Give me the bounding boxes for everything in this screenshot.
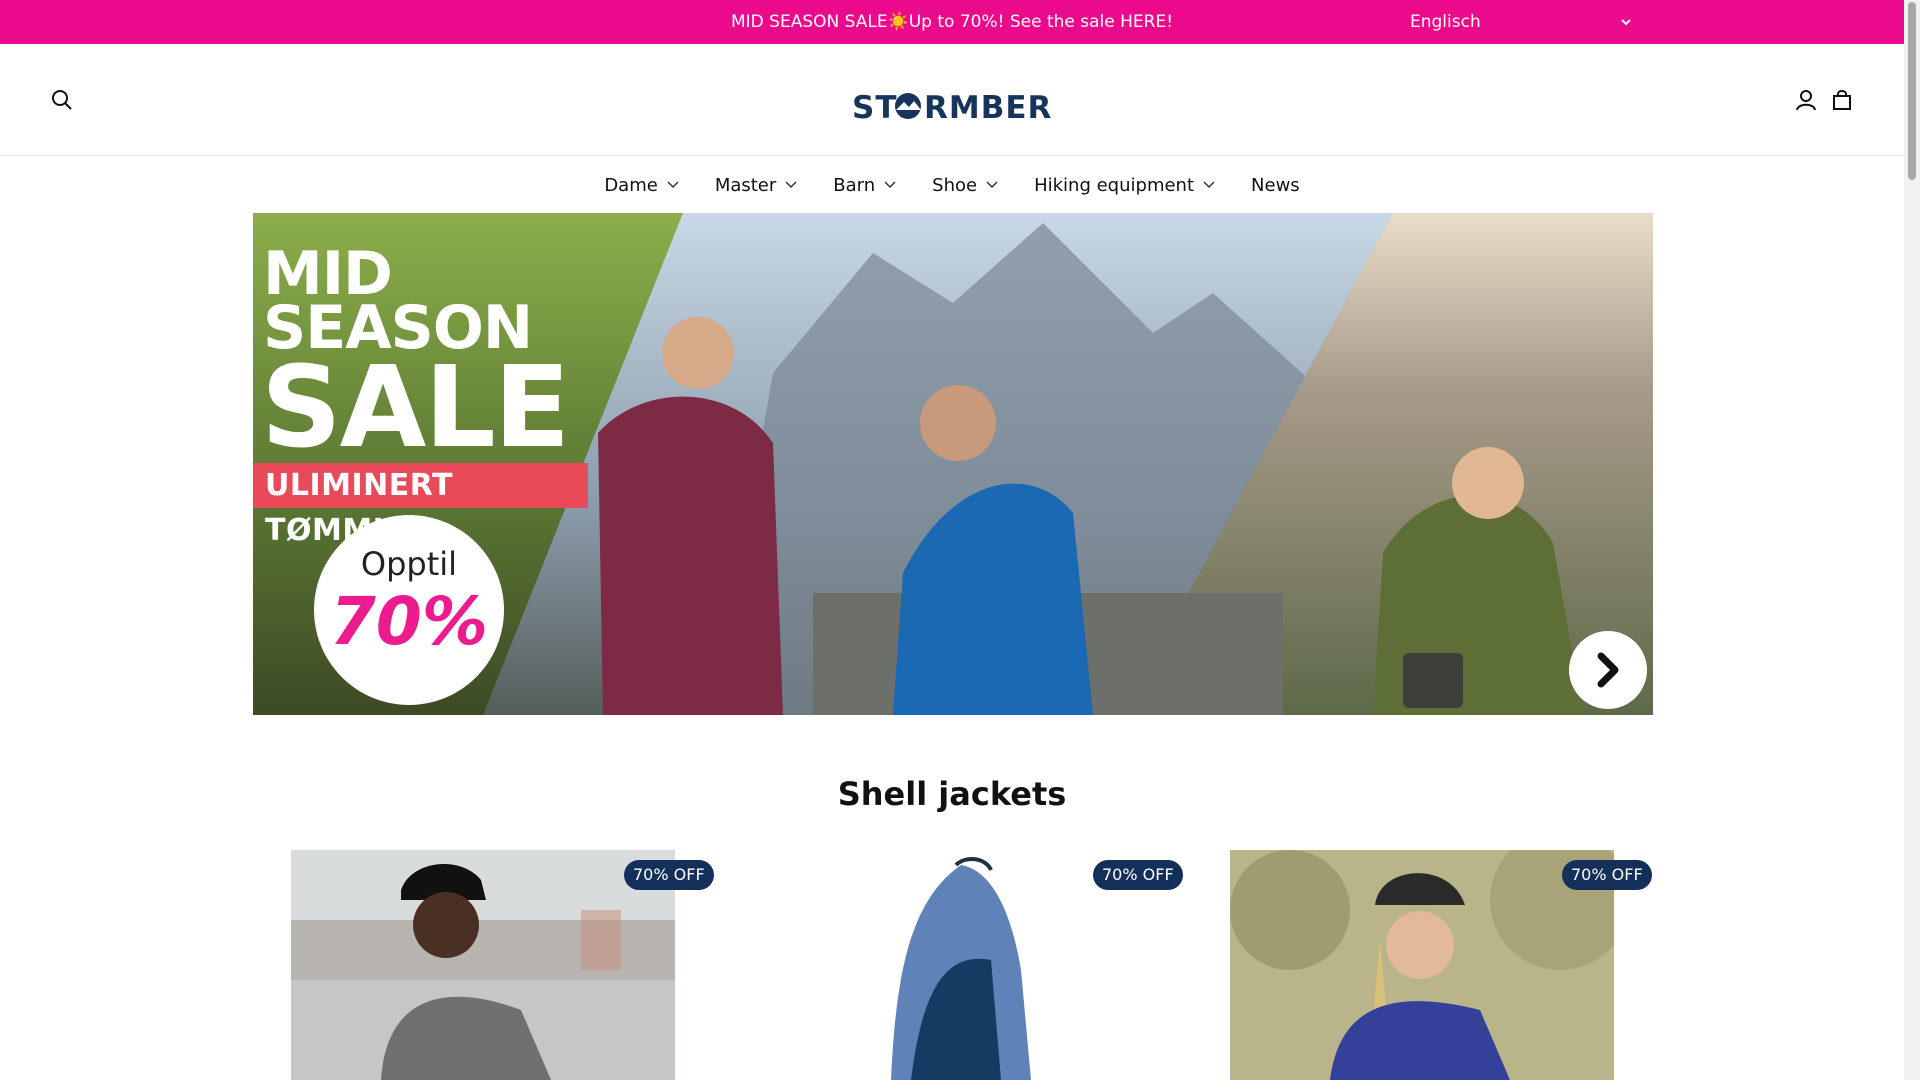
chevron-down-icon — [785, 181, 797, 189]
chevron-right-icon — [1597, 652, 1619, 688]
cart-button[interactable] — [1826, 84, 1858, 116]
nav-item-label: Master — [714, 174, 777, 196]
nav-item-label: Dame — [604, 174, 658, 196]
hero-tagline: ULIMINERT TØMMING — [253, 463, 588, 548]
search-icon — [52, 90, 72, 110]
search-button[interactable] — [46, 84, 78, 116]
product-image — [291, 850, 675, 1080]
hero-banner[interactable]: MID SEASON SALE ULIMINERT TØMMING Opptil… — [253, 213, 1653, 715]
language-selector[interactable]: Englisch — [1410, 0, 1640, 44]
nav-item-hiking-equipment[interactable]: Hiking equipment — [1016, 157, 1233, 213]
product-card[interactable] — [291, 850, 675, 1080]
nav-item-label: Shoe — [932, 174, 978, 196]
product-card[interactable] — [1230, 850, 1614, 1080]
account-icon — [1796, 90, 1816, 111]
cart-icon — [1833, 90, 1851, 110]
language-label: Englisch — [1410, 12, 1481, 32]
nav-item-label: News — [1251, 174, 1300, 196]
discount-badge: 70% OFF — [624, 860, 714, 890]
chevron-down-icon — [1621, 19, 1631, 26]
account-button[interactable] — [1790, 84, 1822, 116]
chevron-down-icon — [667, 181, 679, 189]
nav-item-label: Barn — [833, 174, 876, 196]
nav-item-label: Hiking equipment — [1034, 174, 1195, 196]
hero-discount-badge: Opptil 70% — [314, 515, 504, 705]
chevron-down-icon — [1203, 181, 1215, 189]
chevron-down-icon — [986, 181, 998, 189]
hero-next-button[interactable] — [1569, 631, 1647, 709]
scrollbar-thumb[interactable] — [1908, 2, 1916, 180]
nav-item-news[interactable]: News — [1233, 157, 1318, 213]
nav-item-barn[interactable]: Barn — [815, 157, 914, 213]
product-card[interactable] — [761, 850, 1145, 1080]
product-image — [1230, 850, 1614, 1080]
page-scrollbar[interactable] — [1904, 0, 1920, 1080]
main-nav: Dame Master Barn Shoe Hiking equipment N… — [0, 157, 1904, 213]
hero-percent-text: 70% — [330, 583, 488, 660]
hero-headline-top: MID SEASON — [263, 244, 533, 358]
announcement-bar[interactable]: MID SEASON SALE☀️Up to 70%! See the sale… — [0, 0, 1904, 44]
discount-badge: 70% OFF — [1562, 860, 1652, 890]
hero-upto-text: Opptil — [360, 545, 458, 583]
product-image — [761, 850, 1145, 1080]
hero-line-sale: SALE — [261, 343, 570, 473]
chevron-down-icon — [884, 181, 896, 189]
svg-text:RMBERG: RMBERG — [924, 90, 1054, 126]
site-header: ST RMBERG — [0, 44, 1904, 156]
section-title: Shell jackets — [837, 775, 1067, 813]
svg-text:ST: ST — [852, 90, 897, 126]
discount-badge: 70% OFF — [1093, 860, 1183, 890]
nav-item-dame[interactable]: Dame — [586, 157, 697, 213]
stormberg-logo[interactable]: ST RMBERG — [852, 86, 1054, 126]
nav-item-master[interactable]: Master — [697, 157, 815, 213]
nav-item-shoe[interactable]: Shoe — [914, 157, 1016, 213]
